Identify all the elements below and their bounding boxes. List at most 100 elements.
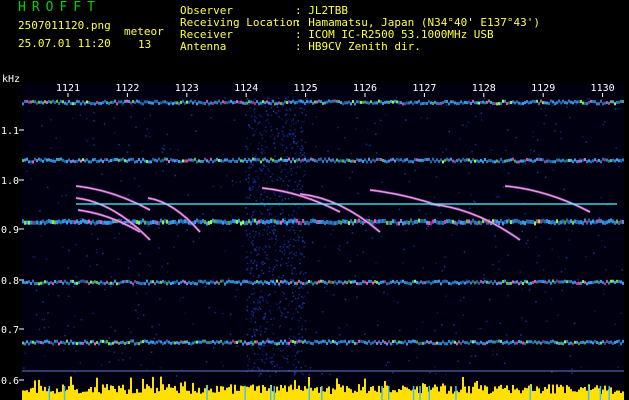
band-segment: [154, 99, 156, 103]
noise-speck: [295, 212, 298, 214]
band-segment: [96, 280, 98, 284]
band-segment: [282, 218, 284, 223]
band-segment: [284, 339, 286, 343]
band-segment: [570, 100, 572, 104]
noise-speck: [298, 350, 300, 353]
band-segment: [94, 102, 96, 106]
band-segment: [32, 220, 34, 225]
band-segment: [398, 221, 400, 226]
band-segment: [568, 280, 570, 283]
band-segment: [502, 221, 504, 226]
band-segment: [550, 281, 552, 285]
band-segment: [534, 221, 536, 226]
band-segment: [398, 340, 400, 344]
band-segment: [492, 340, 494, 344]
noise-speck: [258, 224, 261, 226]
band-segment: [516, 280, 518, 284]
noise-speck: [249, 194, 252, 196]
noise-speck: [121, 104, 124, 107]
band-segment: [148, 100, 150, 104]
histogram-bar: [396, 392, 398, 400]
band-segment: [342, 102, 344, 106]
histogram-bar: [24, 390, 26, 400]
noise-speck: [301, 190, 304, 193]
histogram-bar: [192, 382, 194, 400]
histogram-bar: [366, 393, 368, 400]
histogram-bar: [294, 380, 296, 400]
band-segment: [526, 158, 528, 162]
band-segment: [218, 281, 220, 285]
histogram-bar: [390, 392, 392, 400]
band-segment: [172, 158, 174, 162]
band-segment: [438, 160, 440, 163]
band-segment: [256, 340, 258, 344]
noise-speck: [246, 305, 249, 308]
noise-speck: [286, 156, 288, 158]
band-segment: [522, 341, 524, 345]
noise-speck: [220, 186, 222, 188]
noise-speck: [472, 200, 475, 202]
histogram-bar: [32, 387, 34, 400]
noise-speck: [498, 268, 500, 271]
band-segment: [244, 340, 246, 344]
band-segment: [418, 158, 420, 162]
band-segment: [542, 340, 544, 344]
noise-speck: [398, 208, 401, 211]
band-segment: [182, 99, 184, 103]
noise-speck: [277, 219, 279, 221]
noise-speck: [272, 332, 275, 335]
noise-speck: [267, 168, 269, 170]
band-segment: [596, 159, 598, 163]
band-segment: [462, 157, 464, 161]
noise-speck: [404, 119, 407, 121]
noise-speck: [548, 238, 551, 240]
band-segment: [548, 102, 550, 105]
band-segment: [44, 221, 46, 226]
noise-speck: [252, 275, 255, 278]
noise-speck: [507, 172, 510, 174]
band-segment: [266, 339, 268, 343]
band-segment: [130, 101, 132, 105]
noise-speck: [278, 116, 280, 118]
noise-speck: [297, 326, 300, 328]
noise-speck: [268, 270, 270, 272]
band-segment: [428, 157, 430, 161]
noise-speck: [571, 229, 573, 232]
band-segment: [440, 220, 442, 225]
band-segment: [302, 282, 304, 286]
band-segment: [174, 159, 176, 163]
band-segment: [380, 219, 382, 224]
band-segment: [516, 100, 518, 104]
band-segment: [578, 159, 580, 163]
band-segment: [498, 221, 500, 225]
band-segment: [620, 159, 622, 162]
band-segment: [184, 280, 186, 284]
band-segment: [80, 279, 82, 283]
histogram-marker: [412, 386, 415, 400]
band-segment: [444, 279, 446, 283]
band-segment: [594, 100, 596, 104]
band-segment: [184, 219, 186, 224]
noise-speck: [290, 238, 292, 240]
noise-speck: [302, 147, 304, 149]
noise-speck: [246, 251, 248, 253]
band-segment: [490, 339, 492, 343]
band-segment: [534, 159, 536, 163]
noise-speck: [281, 201, 283, 204]
band-segment: [404, 158, 406, 162]
band-segment: [610, 340, 612, 344]
band-segment: [594, 280, 596, 284]
band-segment: [348, 340, 350, 344]
noise-speck: [50, 119, 52, 121]
band-segment: [150, 220, 152, 225]
noise-speck: [451, 234, 454, 236]
band-segment: [328, 280, 330, 284]
noise-speck: [283, 357, 286, 359]
noise-speck: [585, 255, 587, 258]
noise-speck: [256, 261, 258, 264]
band-segment: [108, 220, 110, 225]
noise-speck: [245, 229, 247, 232]
band-segment: [410, 282, 412, 286]
noise-speck: [296, 166, 299, 168]
band-segment: [78, 281, 80, 284]
